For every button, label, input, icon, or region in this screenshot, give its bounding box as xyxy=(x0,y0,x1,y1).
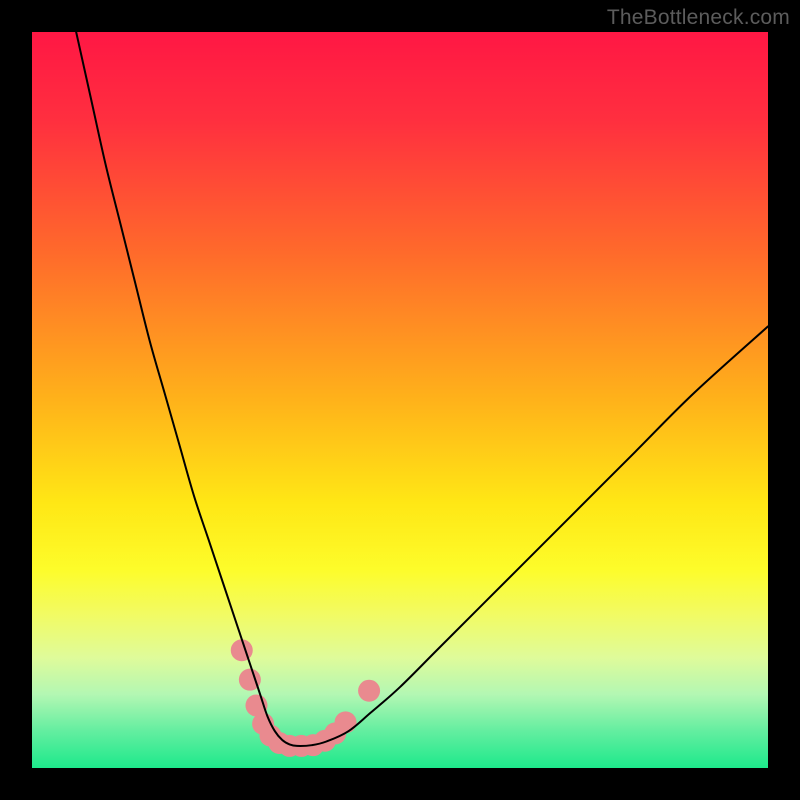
marker-dot xyxy=(231,639,253,661)
plot-area xyxy=(32,32,768,768)
watermark-text: TheBottleneck.com xyxy=(607,6,790,30)
curve-layer xyxy=(32,32,768,768)
highlight-markers xyxy=(231,639,380,757)
marker-dot xyxy=(335,711,357,733)
marker-dot xyxy=(358,680,380,702)
bottleneck-curve xyxy=(76,32,768,746)
chart-frame: TheBottleneck.com xyxy=(0,0,800,800)
